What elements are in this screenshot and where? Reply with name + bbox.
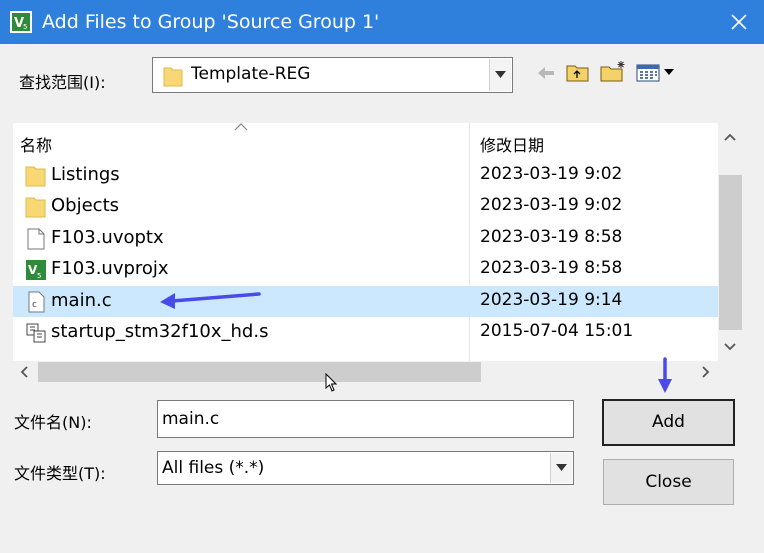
add-button[interactable]: Add <box>602 399 735 446</box>
file-date: 2023-03-19 8:58 <box>480 227 623 247</box>
annotation-arrow-icon <box>160 292 261 309</box>
scroll-up-icon[interactable] <box>724 133 736 141</box>
vertical-scroll-thumb[interactable] <box>719 175 742 330</box>
filename-field[interactable] <box>157 400 574 438</box>
lookin-label: 查找范围(I): <box>19 73 106 92</box>
annotation-arrow-icon <box>658 357 672 393</box>
filetype-value: All files (*.*) <box>162 458 265 478</box>
scroll-right-icon[interactable] <box>702 366 710 378</box>
lookin-value: Template-REG <box>191 64 311 84</box>
list-item[interactable]: Objects 2023-03-19 9:02 <box>13 191 718 222</box>
list-item[interactable]: startup_stm32f10x_hd.s 2015-07-04 15:01 <box>13 317 718 348</box>
file-name: startup_stm32f10x_hd.s <box>51 321 269 342</box>
asm-file-icon <box>26 323 46 343</box>
filetype-dropdown[interactable]: All files (*.*) <box>157 451 574 485</box>
close-window-button[interactable] <box>714 0 764 44</box>
filetype-dropdown-button[interactable] <box>550 453 572 483</box>
view-menu-icon[interactable] <box>636 63 680 83</box>
file-icon <box>27 228 45 250</box>
list-item[interactable]: V 5 F103.uvprojx 2023-03-19 8:58 <box>13 254 718 285</box>
keil-uvision-icon: V 5 <box>10 11 32 33</box>
horizontal-scrollbar[interactable] <box>13 361 718 383</box>
lookin-dropdown-button[interactable] <box>489 59 511 91</box>
file-name: main.c <box>51 290 112 311</box>
svg-text:c: c <box>32 300 37 310</box>
vertical-scrollbar[interactable] <box>718 123 743 361</box>
back-arrow-icon[interactable] <box>536 64 556 82</box>
svg-text:5: 5 <box>23 23 27 31</box>
list-item-selected[interactable]: c main.c 2023-03-19 9:14 <box>13 286 718 317</box>
lookin-dropdown[interactable]: Template-REG <box>152 57 513 93</box>
scroll-down-icon[interactable] <box>724 343 736 351</box>
folder-icon <box>25 166 46 187</box>
filetype-label: 文件类型(T): <box>14 464 106 483</box>
horizontal-scroll-thumb[interactable] <box>38 362 481 382</box>
filename-label: 文件名(N): <box>14 413 92 432</box>
file-name: Listings <box>51 164 120 185</box>
scroll-left-icon[interactable] <box>20 366 28 378</box>
file-date: 2023-03-19 9:02 <box>480 164 623 184</box>
folder-icon <box>163 67 183 87</box>
file-list: 名称 修改日期 Listings 2023-03-19 9:02 Objects… <box>13 123 743 361</box>
folder-icon <box>25 197 46 218</box>
up-folder-icon[interactable] <box>566 62 590 82</box>
column-header-name[interactable]: 名称 <box>20 132 52 156</box>
mouse-cursor-icon <box>325 373 338 392</box>
sort-ascending-icon <box>234 123 248 131</box>
c-file-icon: c <box>28 291 45 313</box>
list-item[interactable]: F103.uvoptx 2023-03-19 8:58 <box>13 223 718 254</box>
new-folder-icon[interactable] <box>600 60 628 82</box>
column-header-date[interactable]: 修改日期 <box>480 132 544 156</box>
chevron-down-icon <box>495 71 506 78</box>
window-title: Add Files to Group 'Source Group 1' <box>42 11 380 33</box>
close-icon <box>731 14 747 30</box>
title-bar: V 5 Add Files to Group 'Source Group 1' <box>0 0 764 44</box>
file-date: 2015-07-04 15:01 <box>480 321 634 341</box>
close-button[interactable]: Close <box>603 459 734 505</box>
list-item[interactable]: Listings 2023-03-19 9:02 <box>13 160 718 191</box>
filename-input[interactable] <box>158 401 573 437</box>
uvision-project-icon: V 5 <box>26 260 46 280</box>
svg-text:5: 5 <box>37 272 41 280</box>
file-date: 2023-03-19 9:14 <box>480 290 623 310</box>
file-date: 2023-03-19 9:02 <box>480 195 623 215</box>
file-date: 2023-03-19 8:58 <box>480 258 623 278</box>
chevron-down-icon <box>556 464 567 471</box>
file-name: F103.uvprojx <box>51 258 169 279</box>
file-name: Objects <box>51 195 120 216</box>
file-name: F103.uvoptx <box>51 227 164 248</box>
